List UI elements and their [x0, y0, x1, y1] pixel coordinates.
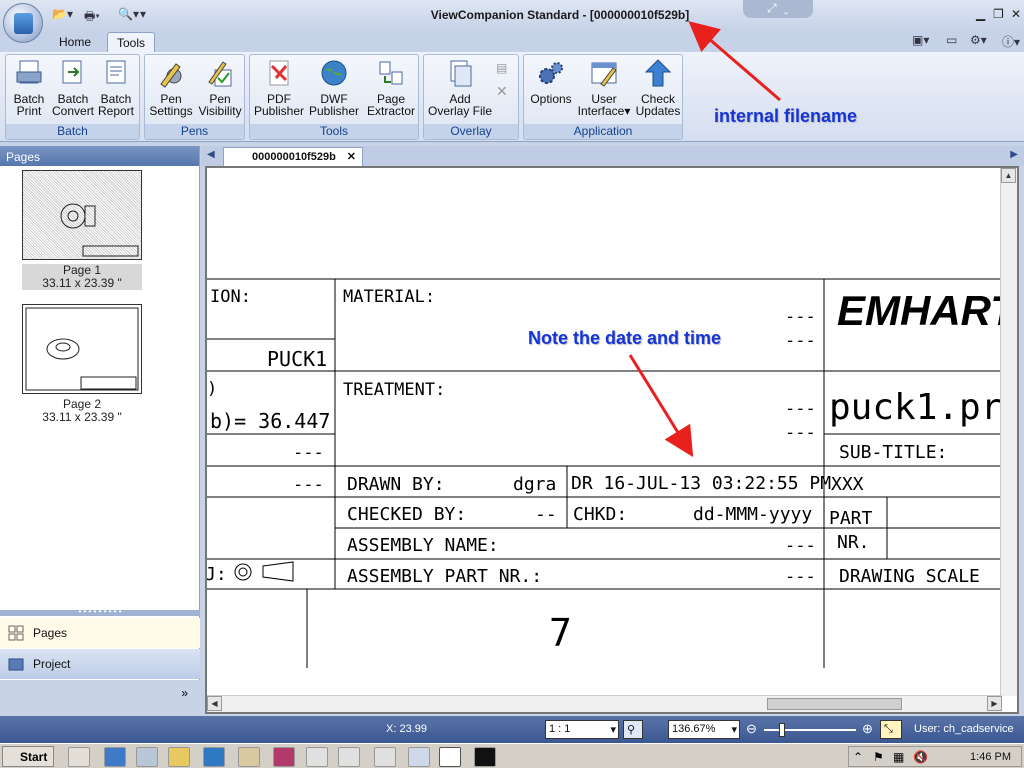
server-manager-icon[interactable] [68, 747, 90, 767]
network-icon[interactable] [136, 747, 158, 767]
clock: 1:46 PM [970, 751, 1011, 763]
tools-icon[interactable] [238, 747, 260, 767]
taskbar: Start ⌃ ⚑ ▦ 🔇 1:46 PM [0, 743, 1024, 768]
zoom-select[interactable]: 136.67% ▾ [668, 720, 740, 739]
scale-lock-icon[interactable]: ⚲ [623, 720, 643, 739]
viewcompanion-task-icon[interactable] [439, 747, 461, 767]
zoom-out-icon[interactable]: ⊖ [746, 721, 757, 737]
status-bar: X: 23.99 1 : 1 ▾ ⚲ 136.67% ▾ ⊖ ⊕ ⤡ User: c… [0, 716, 1024, 743]
chevron-down-icon: ▾ [731, 724, 737, 736]
tray-chevron-icon[interactable]: ⌃ [853, 750, 863, 764]
scale-select[interactable]: 1 : 1 ▾ [545, 720, 619, 739]
application-menu-button[interactable] [3, 3, 43, 43]
filename-arrow [688, 21, 781, 102]
zoom-in-icon[interactable]: ⊕ [862, 721, 873, 737]
document-icon[interactable] [408, 747, 430, 767]
auto-fit-icon[interactable]: ⤡ [880, 720, 902, 739]
annotation-date-time: Note the date and time [528, 328, 722, 348]
command-prompt-icon[interactable] [474, 747, 496, 767]
flag-icon[interactable]: ⚑ [873, 750, 884, 764]
date-arrow [628, 354, 694, 458]
feather-icon[interactable] [273, 747, 295, 767]
explorer-icon[interactable] [168, 747, 190, 767]
coordinate-readout: X: 23.99 [386, 723, 427, 735]
network-tray-icon[interactable]: ▦ [893, 750, 904, 764]
annotation-internal-filename: internal filename [714, 106, 858, 126]
skype-icon[interactable] [203, 747, 225, 767]
zoom-slider[interactable] [764, 729, 856, 731]
annotation-overlay [628, 21, 781, 458]
volume-muted-icon[interactable]: 🔇 [913, 750, 928, 764]
window-icon[interactable] [306, 747, 328, 767]
window-icon[interactable] [338, 747, 360, 767]
powershell-icon[interactable] [104, 747, 126, 767]
chevron-down-icon: ▾ [610, 724, 616, 736]
app-logo-icon [14, 13, 33, 34]
system-tray: ⌃ ⚑ ▦ 🔇 1:46 PM [848, 746, 1022, 767]
user-status: User: ch_cadservice [914, 723, 1014, 735]
start-button[interactable]: Start [2, 746, 54, 767]
zoom-slider-handle[interactable] [779, 723, 785, 737]
window-icon[interactable] [374, 747, 396, 767]
